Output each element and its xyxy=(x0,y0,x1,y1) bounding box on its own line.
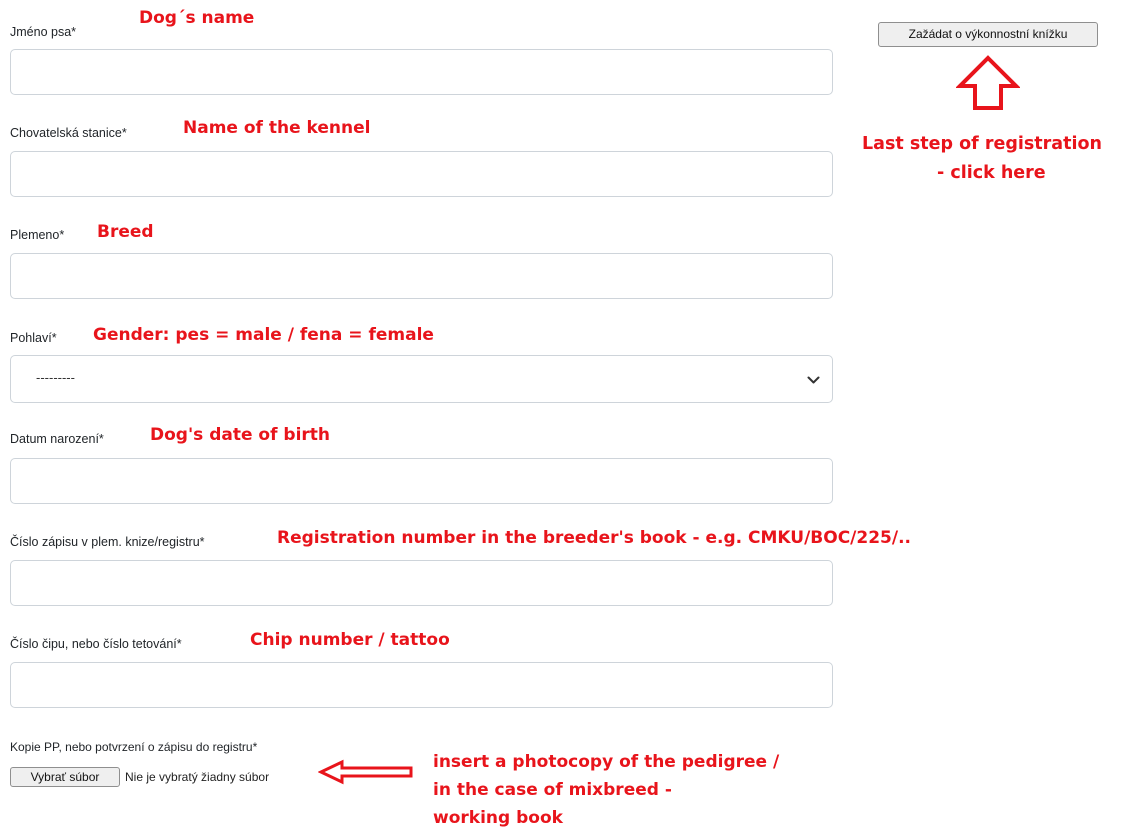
gender-annotation: Gender: pes = male / fena = female xyxy=(93,325,434,345)
registration-number-annotation: Registration number in the breeder's boo… xyxy=(277,528,911,548)
chevron-down-icon xyxy=(807,372,820,390)
dog-name-input[interactable] xyxy=(10,49,833,95)
up-arrow-icon xyxy=(955,55,1021,116)
gender-select[interactable]: --------- xyxy=(10,355,833,403)
breed-label: Plemeno* xyxy=(10,228,65,242)
upload-label: Kopie PP, nebo potvrzení o zápisu do reg… xyxy=(10,740,258,754)
submit-annotation-line-2: - click here xyxy=(937,163,1046,183)
file-status-text: Nie je vybratý žiadny súbor xyxy=(125,770,270,784)
upload-annotation-line-2: in the case of mixbreed - xyxy=(433,780,672,800)
birth-date-annotation: Dog's date of birth xyxy=(150,425,331,445)
gender-label: Pohlaví* xyxy=(10,331,57,345)
registration-number-label: Číslo zápisu v plem. knize/registru* xyxy=(10,535,205,549)
kennel-input[interactable] xyxy=(10,151,833,197)
breed-annotation: Breed xyxy=(97,222,154,242)
choose-file-button[interactable]: Vybrať súbor xyxy=(10,767,120,787)
gender-selected-value: --------- xyxy=(36,370,75,385)
kennel-annotation: Name of the kennel xyxy=(183,118,371,138)
chip-number-label: Číslo čipu, nebo číslo tetování* xyxy=(10,637,182,651)
birth-date-label: Datum narození* xyxy=(10,432,104,446)
chip-number-annotation: Chip number / tattoo xyxy=(250,630,450,650)
upload-annotation-line-3: working book xyxy=(433,808,563,828)
left-arrow-icon xyxy=(317,759,414,790)
dog-name-annotation: Dog´s name xyxy=(139,8,255,28)
breed-input[interactable] xyxy=(10,253,833,299)
birth-date-input[interactable] xyxy=(10,458,833,504)
registration-number-input[interactable] xyxy=(10,560,833,606)
dog-name-label: Jméno psa* xyxy=(10,25,77,39)
upload-annotation-line-1: insert a photocopy of the pedigree / xyxy=(433,752,780,772)
submit-annotation-line-1: Last step of registration xyxy=(862,134,1102,154)
request-performance-book-button[interactable]: Zažádat o výkonnostní knížku xyxy=(878,22,1098,47)
kennel-label: Chovatelská stanice* xyxy=(10,126,127,140)
chip-number-input[interactable] xyxy=(10,662,833,708)
